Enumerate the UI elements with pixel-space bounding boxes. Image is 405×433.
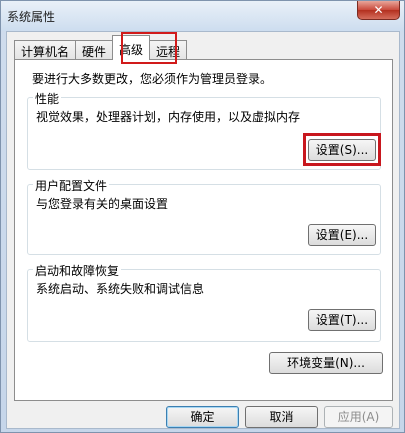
performance-settings-button[interactable]: 设置(S)... [308, 139, 376, 161]
startup-recovery-group-label: 启动和故障恢复 [33, 262, 122, 279]
close-button[interactable]: ✕ [357, 1, 400, 20]
performance-group: 性能 视觉效果，处理器计划，内存使用，以及虚拟内存 设置(S)... [27, 90, 381, 170]
startup-recovery-description: 系统启动、系统失败和调试信息 [36, 282, 205, 296]
advanced-tab-panel: 要进行大多数更改，您必须作为管理员登录。 性能 视觉效果，处理器计划，内存使用，… [14, 59, 393, 401]
close-icon: ✕ [373, 3, 384, 17]
tab-computer-name[interactable]: 计算机名 [14, 40, 77, 60]
user-profiles-settings-button[interactable]: 设置(E)... [308, 224, 376, 246]
startup-recovery-settings-button[interactable]: 设置(T)... [308, 309, 376, 331]
system-properties-window: 系统属性 ✕ 计算机名 硬件 高级 远程 要进行大多数更改，您必须作为管理员登录… [0, 0, 405, 433]
tab-strip: 计算机名 硬件 高级 远程 [14, 35, 188, 60]
dialog-client-area: 计算机名 硬件 高级 远程 要进行大多数更改，您必须作为管理员登录。 性能 视觉… [6, 31, 400, 429]
ok-button[interactable]: 确定 [166, 406, 239, 428]
admin-note: 要进行大多数更改，您必须作为管理员登录。 [32, 72, 273, 86]
cancel-button[interactable]: 取消 [245, 406, 318, 428]
environment-variables-button[interactable]: 环境变量(N)... [269, 352, 383, 374]
startup-recovery-group: 启动和故障恢复 系统启动、系统失败和调试信息 设置(T)... [27, 262, 381, 342]
user-profiles-group: 用户配置文件 与您登录有关的桌面设置 设置(E)... [27, 177, 381, 255]
performance-description: 视觉效果，处理器计划，内存使用，以及虚拟内存 [36, 110, 301, 124]
window-title: 系统属性 [7, 10, 56, 24]
tab-remote[interactable]: 远程 [149, 40, 188, 60]
title-bar[interactable]: 系统属性 ✕ [1, 1, 404, 31]
user-profiles-group-label: 用户配置文件 [33, 177, 110, 194]
tab-hardware[interactable]: 硬件 [75, 40, 114, 60]
performance-group-label: 性能 [33, 90, 62, 107]
tab-advanced[interactable]: 高级 [112, 35, 151, 60]
apply-button: 应用(A) [324, 406, 393, 428]
user-profiles-description: 与您登录有关的桌面设置 [36, 197, 169, 211]
